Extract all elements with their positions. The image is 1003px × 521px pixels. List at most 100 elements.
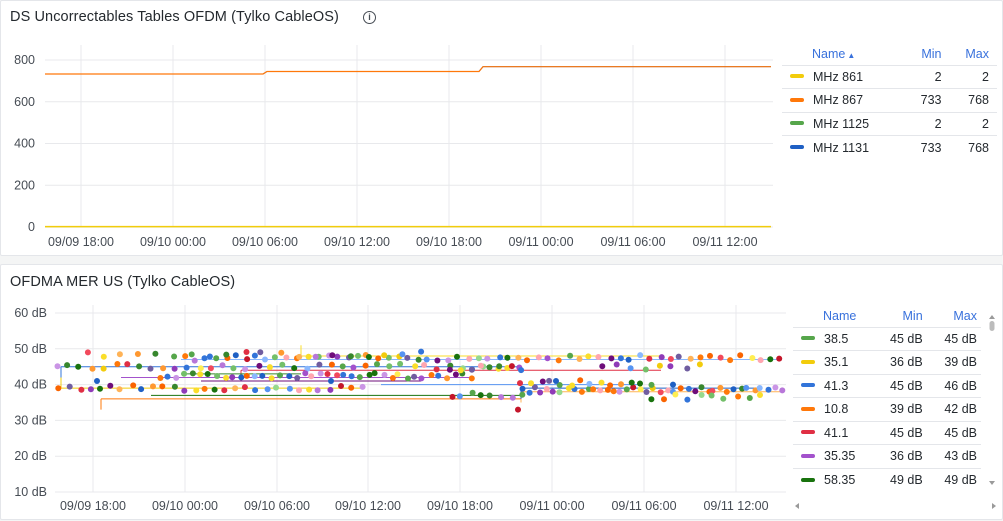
data-point [757, 357, 764, 364]
data-point [229, 374, 236, 381]
data-point [87, 386, 94, 393]
data-point [365, 354, 372, 360]
data-point [230, 365, 237, 372]
data-point [266, 364, 273, 371]
data-point [597, 387, 604, 394]
data-point [181, 387, 188, 394]
data-point [625, 356, 632, 363]
data-point [381, 371, 388, 378]
data-point [684, 365, 691, 372]
data-point [171, 383, 178, 390]
data-point [317, 370, 324, 377]
data-point [484, 355, 491, 362]
data-point [445, 357, 452, 364]
data-point [356, 374, 363, 381]
data-point [157, 375, 164, 381]
legend-row[interactable]: 35.1 36 dB 39 dB [793, 350, 981, 374]
data-point [374, 361, 380, 368]
data-point [556, 389, 563, 396]
data-point [394, 371, 401, 378]
data-point [286, 373, 293, 380]
legend-color-swatch [801, 430, 815, 435]
data-point [757, 392, 763, 398]
data-point [191, 357, 198, 364]
mer-chart[interactable]: 60 dB 50 dB 40 dB 30 dB 20 dB 10 dB 09/09 18:0… [1, 265, 791, 521]
legend-header-min[interactable]: Min [907, 43, 951, 65]
legend-scrollbar[interactable] [989, 315, 995, 485]
legend-max: 2 [951, 64, 997, 89]
data-point [256, 362, 263, 369]
data-point [75, 363, 82, 370]
data-point [316, 361, 323, 368]
data-point [418, 348, 425, 355]
legend-row[interactable]: MHz 861 2 2 [782, 64, 997, 89]
legend-row[interactable]: MHz 867 733 768 [782, 88, 997, 112]
data-point [677, 385, 684, 392]
data-point [613, 361, 620, 368]
data-point [434, 357, 441, 364]
legend-row[interactable]: 41.1 45 dB 45 dB [793, 420, 981, 445]
legend-row[interactable]: 38.5 45 dB 45 dB [793, 326, 981, 351]
data-point [350, 364, 357, 371]
data-point [116, 386, 123, 393]
legend-header-name[interactable]: Name [793, 305, 876, 327]
data-point [399, 351, 406, 358]
data-point [182, 353, 189, 360]
data-point [477, 362, 484, 369]
data-point [452, 371, 459, 378]
data-point [114, 361, 121, 367]
data-point [749, 355, 756, 361]
legend-max: 45 dB [932, 326, 981, 351]
legend-row[interactable]: 35.35 36 dB 43 dB [793, 444, 981, 468]
data-point [468, 375, 475, 382]
data-point [223, 374, 230, 381]
legend-row[interactable]: MHz 1131 733 768 [782, 135, 997, 159]
data-point [428, 372, 435, 378]
legend-horizontal-scrollbar[interactable] [793, 499, 999, 513]
data-point [515, 354, 522, 361]
legend-header-max[interactable]: Max [933, 305, 981, 327]
data-point [687, 355, 694, 362]
legend-row[interactable]: 41.3 45 dB 46 dB [793, 373, 981, 398]
legend-series-name: MHz 867 [782, 88, 908, 112]
legend-row[interactable]: 58.35 49 dB 49 dB [793, 467, 981, 492]
legend-min: 2 [907, 111, 952, 136]
data-point [130, 382, 137, 389]
data-point [698, 384, 705, 391]
x-tick-label: 09/10 00:00 [140, 235, 206, 249]
uncorrectables-chart[interactable]: 800 600 400 200 0 09/09 18:00 09/10 00:00 09/10… [1, 1, 781, 257]
legend-color-swatch [801, 453, 815, 458]
legend-series-name: MHz 861 [782, 64, 908, 89]
data-point [544, 355, 551, 362]
legend-color-swatch [790, 145, 804, 150]
data-point [519, 391, 526, 398]
data-point [618, 381, 624, 388]
legend-header-name[interactable]: Name ▲ [782, 43, 907, 65]
data-point [496, 363, 503, 370]
data-point [643, 389, 650, 395]
data-point [576, 356, 583, 362]
data-point [197, 371, 204, 378]
legend-row[interactable]: 10.8 39 dB 42 dB [793, 397, 981, 421]
legend-header-min[interactable]: Min [876, 305, 932, 327]
data-point [675, 353, 682, 360]
data-point [347, 353, 354, 360]
data-point [707, 352, 713, 359]
legend-header-max[interactable]: Max [952, 43, 997, 65]
data-point [338, 383, 344, 389]
x-tick-label: 09/11 00:00 [508, 235, 573, 249]
data-point [308, 373, 315, 380]
x-tick-label: 09/11 06:00 [611, 499, 676, 513]
data-point [608, 355, 615, 362]
data-point [283, 354, 290, 361]
legend-row[interactable]: MHz 1125 2 2 [782, 111, 997, 136]
data-point [697, 354, 704, 361]
data-point [537, 389, 544, 396]
data-point [340, 371, 347, 378]
data-point [723, 388, 730, 395]
data-point [765, 386, 772, 393]
data-point [446, 366, 453, 373]
data-point [577, 377, 584, 384]
data-point [294, 375, 301, 381]
data-point [555, 357, 562, 364]
